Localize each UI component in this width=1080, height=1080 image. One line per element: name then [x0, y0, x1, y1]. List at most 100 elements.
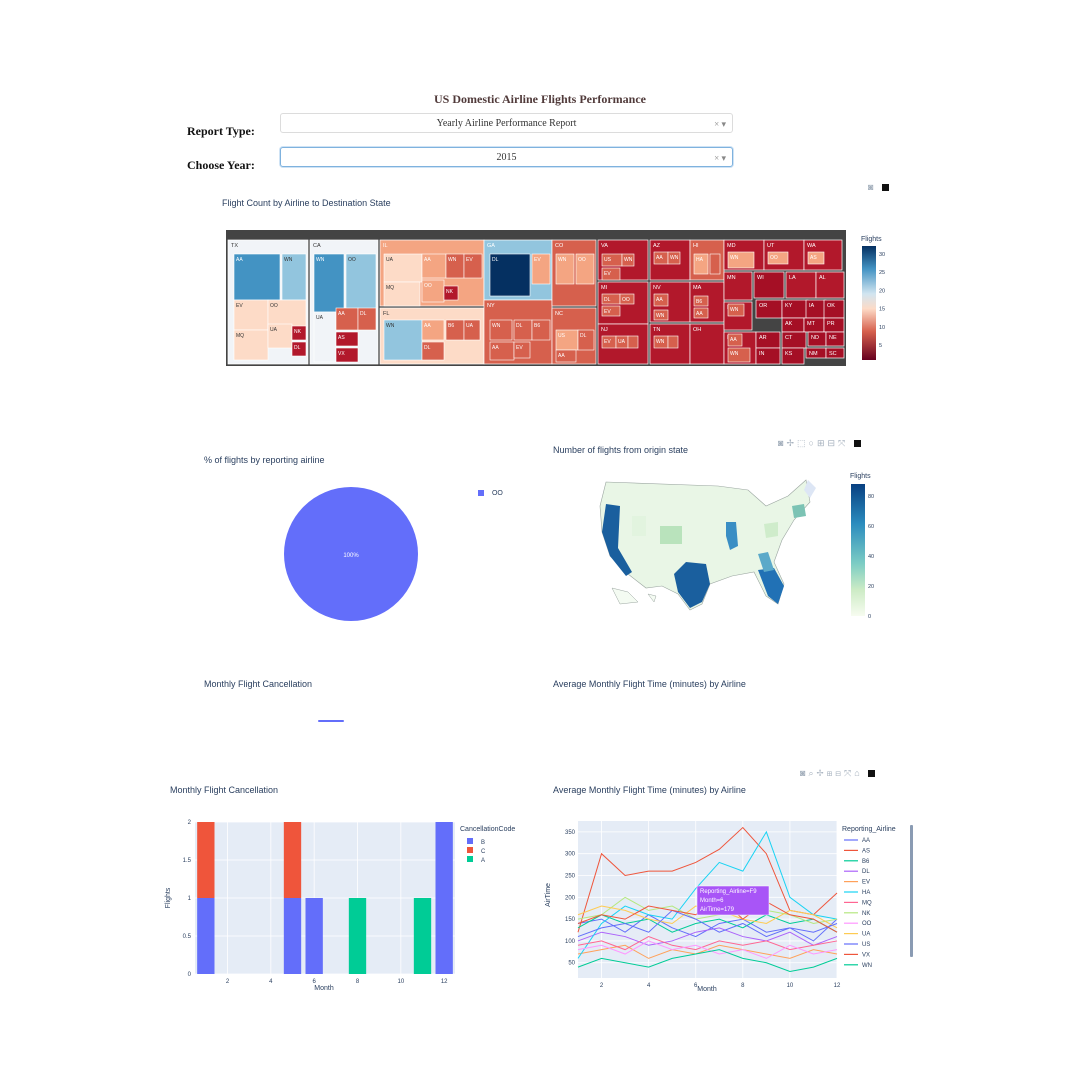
zoom-in-icon[interactable]: ⊞ — [817, 438, 828, 448]
autoscale-icon[interactable]: ⤧ — [844, 768, 854, 778]
line-title: Average Monthly Flight Time (minutes) by… — [553, 785, 746, 795]
treemap-airline-cell[interactable] — [667, 335, 679, 349]
reset-icon[interactable]: ⤧ — [838, 438, 848, 448]
legend-scrollbar[interactable] — [910, 825, 913, 957]
report-type-dropdown[interactable]: Yearly Airline Performance Report × ▾ — [280, 113, 733, 133]
bar-legend-swatch[interactable] — [467, 856, 473, 862]
line-legend-label[interactable]: DL — [862, 869, 870, 875]
treemap-airline-label: AA — [696, 311, 703, 317]
plotly-logo-icon[interactable] — [868, 770, 876, 778]
treemap-airline-label: MQ — [386, 285, 394, 291]
map-state-ny[interactable] — [792, 504, 806, 518]
bar-x-tick: 4 — [269, 979, 273, 985]
treemap-colorbar-title: Flights — [861, 236, 882, 243]
treemap-airline-label: EV — [604, 271, 611, 277]
plotly-logo-icon[interactable] — [881, 184, 889, 192]
treemap-airline-label: EV — [236, 303, 243, 309]
line-legend-label[interactable]: UA — [862, 932, 870, 938]
bar-b-month-5[interactable] — [283, 898, 302, 974]
treemap-state-label: WI — [757, 275, 764, 281]
treemap-airline-label: AA — [424, 323, 431, 329]
treemap-airline-cell[interactable] — [627, 335, 639, 349]
bar-c-month-5[interactable] — [283, 822, 302, 898]
treemap-airline-label: DL — [424, 345, 431, 351]
treemap-state-label: MN — [727, 275, 736, 281]
line-legend-label[interactable]: AA — [862, 838, 870, 844]
line-legend-label[interactable]: AS — [862, 848, 870, 854]
bar-legend-swatch[interactable] — [467, 838, 473, 844]
box-select-icon[interactable]: ⬚ — [797, 438, 809, 448]
treemap-airline-label: NK — [294, 329, 302, 335]
hover-tooltip: Reporting_Airline=F9 Month=6 AirTime=179 — [696, 885, 770, 916]
lasso-icon[interactable]: ○ — [809, 438, 817, 448]
treemap-airline-label: MQ — [236, 333, 244, 339]
cancellation-bar-chart[interactable]: 00.511.522 4 6 8 10 12 Month Flights Cancella… — [160, 815, 530, 1000]
plotly-logo-icon[interactable] — [853, 440, 861, 448]
map-state-tx[interactable] — [674, 562, 710, 608]
clear-icon[interactable]: × — [714, 119, 719, 129]
tooltip-line-3: AirTime=179 — [700, 907, 735, 913]
map-state-oh[interactable] — [764, 522, 778, 538]
treemap-state-label: CT — [785, 335, 793, 341]
line-legend-label[interactable]: MQ — [862, 900, 872, 906]
bar-b-month-1[interactable] — [197, 898, 215, 974]
camera-icon[interactable]: ◙ — [868, 182, 876, 192]
bar-c-month-1[interactable] — [197, 822, 215, 898]
us-choropleth-map[interactable] — [598, 476, 818, 612]
line-legend-label[interactable]: EV — [862, 880, 870, 886]
pie-chart[interactable]: 100% — [280, 484, 422, 626]
bar-a-month-11[interactable] — [413, 898, 432, 974]
map-state-co[interactable] — [660, 526, 682, 544]
line-legend-label[interactable]: VX — [862, 952, 870, 958]
treemap-airline-label: UA — [316, 315, 324, 321]
bar-legend-label[interactable]: C — [481, 849, 486, 855]
line-x-tick: 2 — [600, 983, 604, 989]
pan-icon[interactable]: ✢ — [816, 768, 826, 778]
treemap-airline-label: OO — [270, 303, 278, 309]
zoom-out-icon[interactable]: ⊟ — [835, 768, 844, 778]
bar-y-tick: 1 — [188, 896, 192, 902]
bar-legend-label[interactable]: B — [481, 840, 485, 846]
treemap-state-label: NV — [653, 285, 661, 291]
treemap-airline-label: AS — [338, 335, 345, 341]
cancel-placeholder-title: Monthly Flight Cancellation — [204, 679, 313, 689]
bar-legend-swatch[interactable] — [467, 847, 473, 853]
pie-legend[interactable]: OO — [478, 490, 503, 497]
clear-icon[interactable]: × — [714, 153, 719, 163]
treemap-airline-label: HA — [696, 257, 704, 263]
map-state-hi[interactable] — [647, 593, 657, 603]
bar-b-month-12[interactable] — [435, 822, 453, 974]
line-legend-label[interactable]: OO — [862, 921, 872, 927]
line-legend-label[interactable]: US — [862, 942, 870, 948]
year-dropdown[interactable]: 2015 × ▾ — [280, 147, 733, 167]
line-legend-label[interactable]: NK — [862, 911, 870, 917]
line-legend-label[interactable]: WN — [862, 963, 872, 969]
treemap-airline-label: DL — [492, 257, 499, 263]
treemap-airline-label: DL — [516, 323, 523, 329]
treemap-airline-cell[interactable] — [709, 253, 721, 275]
zoom-in-icon[interactable]: ⊞ — [827, 768, 836, 778]
bar-legend-label[interactable]: A — [481, 858, 485, 864]
treemap-state-label: KY — [785, 303, 793, 309]
treemap-colorbar-tick: 20 — [879, 288, 885, 294]
zoom-out-icon[interactable]: ⊟ — [827, 438, 838, 448]
airtime-line-chart[interactable]: 501001502002503003502 4 6 8 10 12 Month AirTi… — [540, 815, 920, 1000]
treemap-airline-label: WN — [656, 313, 665, 319]
chevron-down-icon[interactable]: ▾ — [721, 153, 726, 163]
pan-icon[interactable]: ✢ — [786, 438, 797, 448]
treemap-state-label: IL — [383, 243, 388, 249]
map-state-ak[interactable] — [611, 587, 639, 605]
line-legend-label[interactable]: HA — [862, 890, 870, 896]
line-legend-label[interactable]: B6 — [862, 859, 870, 865]
treemap-chart[interactable]: TX CA IL FL GA NY CO NC VA MI NJ AZ NV TN HI MA OH MD UT WA… — [226, 230, 846, 366]
home-icon[interactable]: ⌂ — [854, 768, 862, 778]
bar-a-month-8[interactable] — [348, 898, 367, 974]
map-state-nv[interactable] — [632, 516, 646, 536]
chevron-down-icon[interactable]: ▾ — [721, 119, 726, 129]
bottom-modebar: ◙⌕✢⊞⊟⤧⌂ — [800, 768, 876, 779]
treemap-airline-label: OO — [770, 255, 778, 261]
bar-b-month-6[interactable] — [305, 898, 323, 974]
treemap-airline-label: EV — [534, 257, 541, 263]
treemap-airline-label: EV — [516, 345, 523, 351]
treemap-airline-label: B6 — [448, 323, 454, 329]
